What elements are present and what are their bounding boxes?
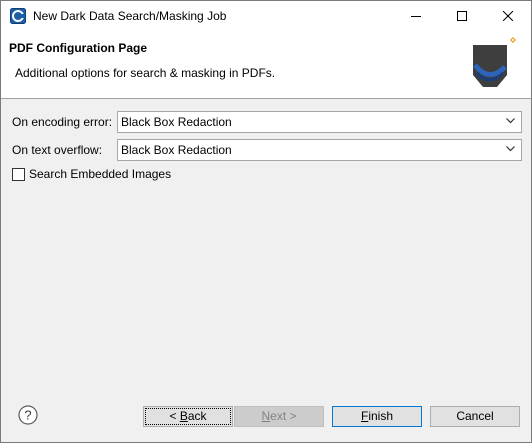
encoding-error-label: On encoding error: [12,115,113,129]
page-description: Additional options for search & masking … [15,66,276,80]
next-button-label: ext > [270,409,297,423]
search-embedded-images-checkbox[interactable] [12,168,25,181]
back-button-label: ack [187,409,207,423]
svg-text:?: ? [24,408,31,423]
dialog-window: New Dark Data Search/Masking Job PDF Con… [0,0,532,443]
wizard-banner-icon [459,35,521,97]
window-title: New Dark Data Search/Masking Job [33,9,227,23]
encoding-error-select[interactable]: Black Box Redaction [117,111,522,133]
maximize-button[interactable] [439,1,485,31]
help-icon[interactable]: ? [18,405,38,425]
close-button[interactable] [485,1,531,31]
encoding-error-value: Black Box Redaction [121,115,232,129]
next-button[interactable]: Next > [234,406,324,427]
finish-button[interactable]: Finish [332,406,422,427]
wizard-header: PDF Configuration Page Additional option… [1,31,531,99]
cancel-button-label: Cancel [456,409,494,423]
text-overflow-value: Black Box Redaction [121,143,232,157]
text-overflow-label: On text overflow: [12,143,103,157]
search-embedded-images-option[interactable]: Search Embedded Images [12,167,212,183]
chevron-down-icon [506,118,515,124]
text-overflow-select[interactable]: Black Box Redaction [117,139,522,161]
finish-button-label: inish [368,409,394,423]
page-title: PDF Configuration Page [9,41,147,55]
cancel-button[interactable]: Cancel [430,406,520,427]
next-button-mnemonic: N [261,409,271,423]
text-overflow-row: On text overflow: Black Box Redaction [1,139,531,161]
search-embedded-images-label[interactable]: Search Embedded Images [29,167,171,181]
back-button[interactable]: < Back [143,406,233,427]
chevron-down-icon [506,146,515,152]
back-button-prefix: < [169,409,180,423]
title-bar: New Dark Data Search/Masking Job [1,1,531,31]
minimize-button[interactable] [393,1,439,31]
minimize-icon [411,16,421,17]
encoding-error-row: On encoding error: Black Box Redaction [1,111,531,133]
close-icon [503,11,513,21]
back-button-mnemonic: B [179,409,188,423]
app-logo-icon [10,8,26,24]
maximize-icon [457,11,467,21]
